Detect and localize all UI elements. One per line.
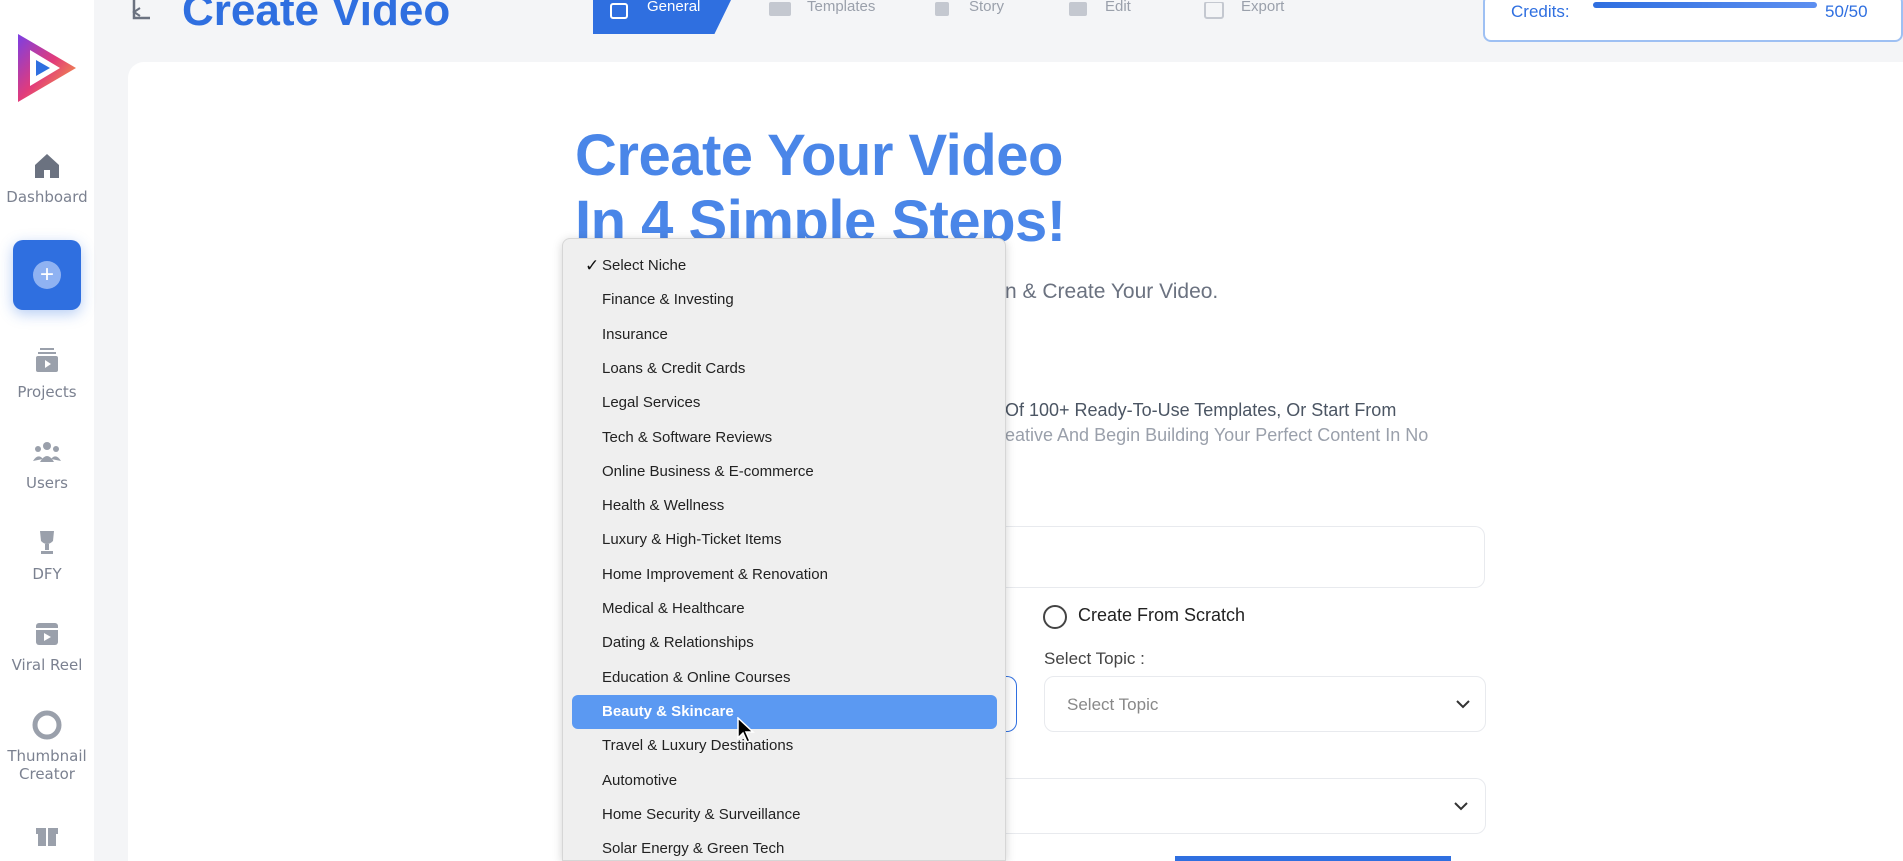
dropdown-option-label: Medical & Healthcare bbox=[602, 600, 745, 617]
sidebar-item-projects[interactable]: Projects bbox=[0, 345, 94, 401]
dropdown-option-label: Tech & Software Reviews bbox=[602, 428, 773, 446]
create-from-scratch-radio[interactable] bbox=[1043, 605, 1067, 629]
tab-templates[interactable]: Templates bbox=[753, 0, 913, 34]
dropdown-option-label: Health & Wellness bbox=[602, 497, 725, 515]
home-icon bbox=[35, 154, 59, 178]
sidebar-item-dashboard[interactable]: Dashboard bbox=[0, 150, 94, 206]
dropdown-option[interactable]: Health & Wellness bbox=[572, 489, 997, 523]
description-line1: Of 100+ Ready-To-Use Templates, Or Start… bbox=[1005, 400, 1397, 420]
dropdown-option-label: Select Niche bbox=[602, 257, 687, 274]
app-logo bbox=[18, 34, 76, 102]
dropdown-option-label: Education & Online Courses bbox=[602, 668, 791, 686]
sidebar: Dashboard + Projects Users DFY Viral Ree… bbox=[0, 0, 94, 861]
dropdown-option[interactable]: Medical & Healthcare bbox=[572, 592, 997, 626]
checkmark-icon: ✓ bbox=[585, 256, 600, 275]
export-icon bbox=[1204, 2, 1224, 19]
video-name-input[interactable] bbox=[985, 526, 1485, 588]
credits-progress bbox=[1593, 2, 1817, 8]
dropdown-option[interactable]: ✓ Select Niche bbox=[572, 249, 997, 283]
dropdown-option[interactable]: Loans & Credit Cards bbox=[572, 352, 997, 386]
dropdown-option-label: Loans & Credit Cards bbox=[602, 359, 746, 377]
lifebuoy-icon bbox=[32, 710, 62, 740]
mouse-cursor-icon bbox=[737, 717, 755, 743]
sidebar-item-label: Dashboard bbox=[6, 188, 88, 206]
topic-label: Select Topic : bbox=[1044, 649, 1145, 668]
niche-dropdown-menu: ✓ Select Niche Finance & Investing Insuranc… bbox=[562, 238, 1006, 861]
sidebar-item-create[interactable]: + bbox=[13, 240, 81, 310]
sidebar-item-thumbnail-creator[interactable]: Thumbnail Creator bbox=[0, 709, 94, 783]
dropdown-option-label: Solar Energy & Green Tech bbox=[602, 840, 785, 858]
credits-panel: Credits: 50/50 bbox=[1483, 0, 1903, 42]
sidebar-item-users[interactable]: Users bbox=[0, 436, 94, 492]
dropdown-option[interactable]: Home Improvement & Renovation bbox=[572, 558, 997, 592]
tab-general[interactable]: General bbox=[593, 0, 731, 34]
create-from-scratch-label: Create From Scratch bbox=[1078, 605, 1246, 625]
dropdown-option[interactable]: Finance & Investing bbox=[572, 283, 997, 317]
users-icon bbox=[33, 442, 61, 462]
reel-icon bbox=[36, 623, 58, 645]
dropdown-option-label: Finance & Investing bbox=[602, 291, 734, 309]
dropdown-option-label: Home Security & Surveillance bbox=[602, 805, 801, 823]
story-icon bbox=[935, 2, 949, 16]
dropdown-option-label: Luxury & High-Ticket Items bbox=[602, 531, 782, 549]
hero-subtitle: n & Create Your Video. bbox=[1005, 280, 1219, 303]
sidebar-item-label: Users bbox=[25, 474, 68, 492]
dropdown-option[interactable]: Legal Services bbox=[572, 386, 997, 420]
tab-edit[interactable]: Edit bbox=[1051, 0, 1181, 34]
tab-story[interactable]: Story bbox=[915, 0, 1055, 34]
chevron-down-icon bbox=[1456, 700, 1470, 709]
dropdown-option[interactable]: Automotive bbox=[572, 764, 997, 798]
dropdown-option-label: Travel & Luxury Destinations bbox=[602, 737, 794, 755]
tab-export[interactable]: Export bbox=[1187, 0, 1337, 34]
dropdown-option[interactable]: Tech & Software Reviews bbox=[572, 421, 997, 455]
hero-heading-line1: Create Your Video bbox=[575, 123, 1063, 188]
dropdown-option[interactable]: Solar Energy & Green Tech bbox=[572, 832, 997, 861]
dropdown-option[interactable]: Online Business & E-commerce bbox=[572, 455, 997, 489]
dropdown-option-label: Automotive bbox=[602, 771, 678, 789]
projects-icon bbox=[36, 348, 58, 372]
dropdown-option[interactable]: Dating & Relationships bbox=[572, 626, 997, 660]
top-bar: Create Video General Templates Story Edi… bbox=[94, 0, 1903, 60]
gift-icon bbox=[36, 828, 58, 846]
sidebar-item-label: Thumbnail Creator bbox=[7, 747, 87, 783]
play-icon bbox=[1069, 2, 1087, 16]
sidebar-item-dfy[interactable]: DFY bbox=[0, 527, 94, 583]
plus-icon: + bbox=[33, 261, 61, 289]
bottom-accent-bar bbox=[1175, 856, 1451, 861]
back-icon[interactable] bbox=[130, 0, 154, 22]
dropdown-option-label: Dating & Relationships bbox=[602, 634, 754, 652]
trophy-icon bbox=[40, 531, 54, 554]
dropdown-option-label: Legal Services bbox=[602, 394, 701, 412]
dropdown-option[interactable]: Travel & Luxury Destinations bbox=[572, 729, 997, 763]
dropdown-option[interactable]: Insurance bbox=[572, 318, 997, 352]
dropdown-option-label: Beauty & Skincare bbox=[602, 702, 734, 720]
dropdown-option-label: Online Business & E-commerce bbox=[602, 462, 814, 480]
app-root: Dashboard + Projects Users DFY Viral Ree… bbox=[0, 0, 1903, 861]
topic-select-value: Select Topic bbox=[1067, 695, 1159, 714]
dropdown-option[interactable]: Home Security & Surveillance bbox=[572, 798, 997, 832]
dropdown-option[interactable]: Beauty & Skincare bbox=[572, 694, 997, 729]
credits-progress-fill bbox=[1593, 2, 1817, 8]
edit-icon bbox=[610, 3, 628, 19]
description-line2: eative And Begin Building Your Perfect C… bbox=[1005, 425, 1429, 445]
credits-value: 50/50 bbox=[1825, 2, 1868, 21]
dropdown-option-label: Home Improvement & Renovation bbox=[602, 565, 828, 583]
dropdown-option-label: Insurance bbox=[602, 325, 668, 343]
topic-select[interactable]: Select Topic bbox=[1044, 676, 1486, 732]
dropdown-option[interactable]: Luxury & High-Ticket Items bbox=[572, 523, 997, 557]
sidebar-item-viral-reel[interactable]: Viral Reel bbox=[0, 618, 94, 674]
secondary-select[interactable] bbox=[985, 778, 1486, 834]
page-title: Create Video bbox=[182, 0, 451, 35]
chevron-down-icon bbox=[1454, 802, 1468, 811]
credits-label: Credits: bbox=[1511, 2, 1570, 21]
sidebar-item-label: Viral Reel bbox=[11, 656, 83, 674]
sidebar-item-label: DFY bbox=[32, 565, 62, 583]
image-icon bbox=[769, 2, 791, 16]
dropdown-option[interactable]: Education & Online Courses bbox=[572, 661, 997, 695]
sidebar-item-label: Projects bbox=[17, 383, 77, 401]
sidebar-item-gift[interactable] bbox=[0, 818, 94, 856]
